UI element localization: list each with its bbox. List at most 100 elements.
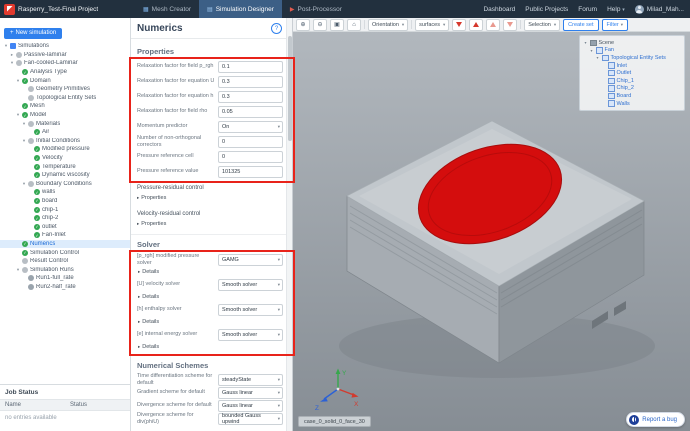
property-input[interactable]: 0 [218,150,283,163]
tree-item-simulation-control[interactable]: ✓ Simulation Control [0,248,130,257]
property-input[interactable]: 0 [218,135,283,148]
tree-item-dynamic-viscosity[interactable]: ✓ Dynamic viscosity [0,171,130,180]
solver-select[interactable]: Smooth solver ▾ [218,303,283,316]
chevron-down-icon[interactable]: ▾ [21,121,27,127]
orientation-dropdown[interactable]: Orientation ▾ [368,18,409,31]
chevron-down-icon[interactable]: ▾ [583,40,588,45]
entity-checkbox-icon[interactable] [608,77,615,85]
tree-item-chip-1[interactable]: ✓ chip-1 [0,205,130,214]
nav-help[interactable]: Help ▾ [607,6,625,13]
scheme-select[interactable]: steadyState ▾ [218,373,283,386]
residual-properties-toggle[interactable]: ▸ Properties [137,219,283,228]
tree-item-mesh[interactable]: ✓ Mesh [0,102,130,111]
solver-details-toggle[interactable]: ▸ Details [131,342,292,352]
tree-item-numerics[interactable]: ✓ Numerics [0,239,130,249]
filter-button[interactable]: Filter ▾ [601,18,629,31]
solver-details-toggle[interactable]: ▸ Details [131,317,292,327]
tree-item-topological-entity-sets[interactable]: Topological Entity Sets [0,94,130,103]
help-icon[interactable]: ? [271,23,282,34]
report-bug-button[interactable]: Report a bug [626,412,685,427]
entity-checkbox-icon[interactable] [608,100,615,107]
tree-item-fan-cooled-laminar[interactable]: ▾ Fan-cooled-Laminar [0,59,130,68]
axis-gizmo[interactable]: Y X Z [314,365,362,411]
property-select[interactable]: On ▾ [218,120,283,133]
nav-dashboard[interactable]: Dashboard [483,6,515,13]
tree-item-chip-2[interactable]: ✓ chip-2 [0,214,130,223]
tree-item-materials[interactable]: ▾ Materials [0,119,130,128]
tree-item-fan-inlet[interactable]: ✓ Fan-Inlet [0,231,130,240]
tree-item-board[interactable]: ✓ board [0,197,130,206]
chevron-down-icon[interactable]: ▾ [15,267,21,273]
residual-properties-toggle[interactable]: ▸ Properties [137,193,283,202]
tree-item-initial-conditions[interactable]: ▾ Initial Conditions [0,137,130,146]
solver-details-toggle[interactable]: ▸ Details [131,267,292,277]
solver-select[interactable]: GAMG ▾ [218,253,283,266]
tree-item-modified-pressure[interactable]: ✓ Modified pressure [0,145,130,154]
scheme-select[interactable]: Gauss linear ▾ [218,399,283,412]
scene-tree-item-inlet[interactable]: Inlet [583,62,681,70]
chevron-down-icon[interactable]: ▾ [595,55,600,60]
scene-tree-item-walls[interactable]: Walls [583,100,681,108]
scene-tree-item-fan[interactable]: ▾ Fan [583,47,681,55]
show-selection-icon[interactable] [469,18,484,31]
chevron-down-icon[interactable]: ▾ [9,60,15,66]
entity-checkbox-icon[interactable] [596,47,603,54]
tree-item-boundary-conditions[interactable]: ▾ Boundary Conditions [0,180,130,189]
zoom-out-icon[interactable]: ⊖ [313,18,327,31]
tab-simulation-designer[interactable]: ▤ Simulation Designer [199,0,282,18]
entity-checkbox-icon[interactable] [608,69,615,77]
tree-item-passive-laminar[interactable]: ▸ Passive-laminar [0,51,130,60]
chevron-down-icon[interactable]: ▾ [589,48,594,53]
chevron-down-icon[interactable]: ▾ [3,43,9,49]
entity-checkbox-icon[interactable] [608,62,615,69]
tab-post-processor[interactable]: ▶ Post-Processor [282,0,350,18]
zoom-in-icon[interactable]: ⊕ [296,18,310,31]
property-input[interactable]: 0.3 [218,75,283,88]
tab-mesh-creator[interactable]: ▦ Mesh Creator [135,0,199,18]
property-input[interactable]: 0.1 [218,60,283,73]
isolate-selection-icon[interactable] [486,18,501,31]
entity-checkbox-icon[interactable] [608,85,615,92]
chevron-right-icon[interactable]: ▸ [9,52,15,58]
property-input[interactable]: 101325 [218,165,283,178]
property-input[interactable]: 0.3 [218,90,283,103]
tree-item-walls[interactable]: ✓ walls [0,188,130,197]
tree-item-simulations[interactable]: ▾ Simulations [0,42,130,51]
user-menu[interactable]: Milad_Mah... [634,4,684,14]
scene-tree-item-board[interactable]: Board [583,92,681,100]
tree-item-geometry-primitives[interactable]: Geometry Primitives [0,85,130,94]
tree-item-run1-full-rate[interactable]: Run1-full_rate [0,274,130,283]
solver-select[interactable]: Smooth solver ▾ [218,278,283,291]
app-logo-icon[interactable] [4,3,15,15]
panel-scrollbar-thumb[interactable] [287,36,292,141]
hide-selection-icon[interactable] [452,18,467,31]
tree-item-analysis-type[interactable]: ✓ Analysis Type [0,68,130,77]
home-view-icon[interactable]: ⌂ [347,18,361,31]
create-set-button[interactable]: Create set [563,18,599,31]
scene-tree-item-chip-1[interactable]: Chip_1 [583,77,681,85]
solver-details-toggle[interactable]: ▸ Details [131,292,292,302]
solver-select[interactable]: Smooth solver ▾ [218,328,283,341]
scheme-select[interactable]: Gauss linear ▾ [218,386,283,399]
nav-forum[interactable]: Forum [578,6,597,13]
scene-tree-item-scene[interactable]: ▾ Scene [583,39,681,47]
chevron-down-icon[interactable]: ▾ [21,138,27,144]
tree-item-result-control[interactable]: Result Control [0,257,130,266]
chevron-down-icon[interactable]: ▾ [21,181,27,187]
tree-item-model[interactable]: ▾ ✓ Model [0,111,130,120]
property-input[interactable]: 0.05 [218,105,283,118]
show-all-icon[interactable] [503,18,518,31]
entity-checkbox-icon[interactable] [608,92,615,100]
nav-public-projects[interactable]: Public Projects [525,6,568,13]
entity-checkbox-icon[interactable] [602,54,609,62]
tree-item-velocity[interactable]: ✓ Velocity [0,154,130,163]
scene-tree-item-chip-2[interactable]: Chip_2 [583,85,681,93]
chevron-down-icon[interactable]: ▾ [15,78,21,84]
viewport-3d[interactable]: ⊕ ⊖ ▣ ⌂ Orientation ▾ surfaces ▾ Selecti… [292,18,690,431]
scene-tree-item-topological-entity-sets[interactable]: ▾ Topological Entity Sets [583,54,681,62]
scheme-select[interactable]: bounded Gauss upwind ▾ [218,412,283,425]
fit-view-icon[interactable]: ▣ [330,18,344,31]
tree-item-outlet[interactable]: ✓ outlet [0,222,130,231]
tree-item-simulation-runs[interactable]: ▾ Simulation Runs [0,265,130,274]
tree-item-domain[interactable]: ▾ ✓ Domain [0,76,130,85]
